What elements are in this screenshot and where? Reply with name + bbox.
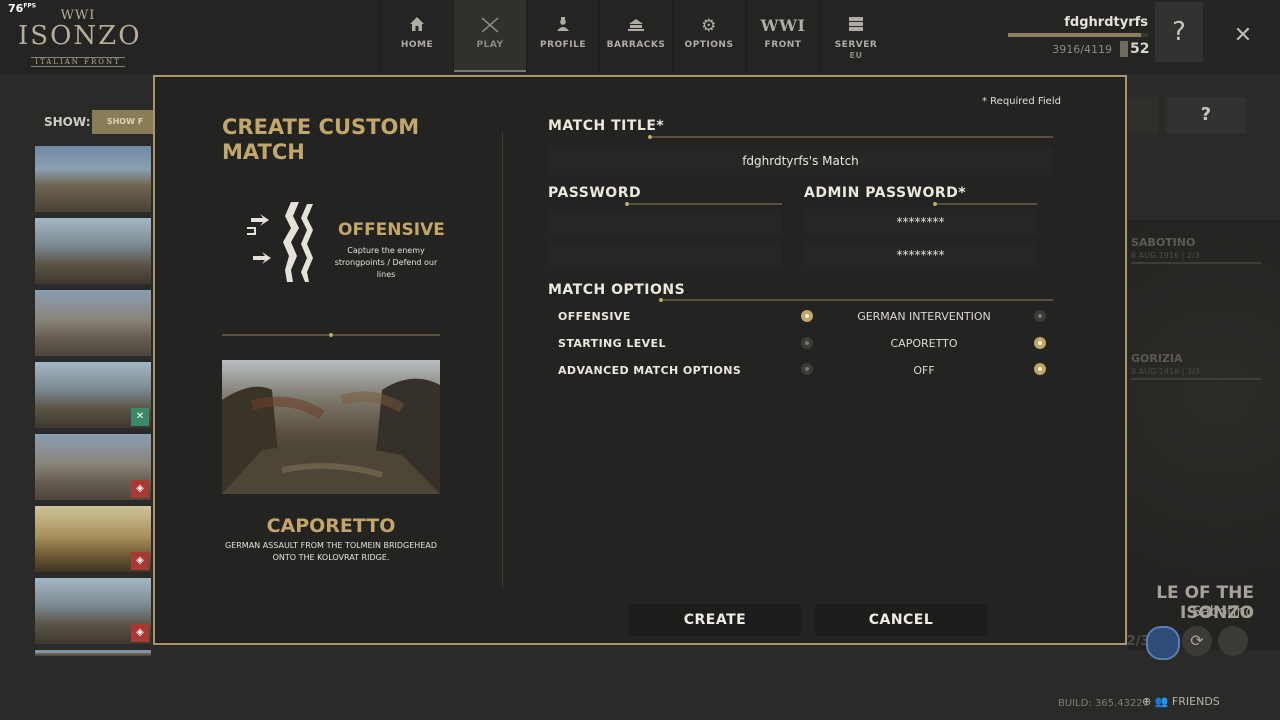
map-thumbnail[interactable]: ✕ (35, 362, 151, 428)
add-icon: ⊕ (1142, 695, 1152, 708)
section-line (648, 124, 1053, 139)
map-name: CAPORETTO (266, 515, 396, 537)
friends-button[interactable]: ⊕ 👥 FRIENDS (1142, 695, 1220, 708)
nav-barracks-label: BARRACKS (606, 40, 666, 50)
location-gorizia-date: 8 AUG 1916 | 3/3 (1131, 367, 1200, 376)
location-line (1131, 378, 1261, 380)
match-options-label: MATCH OPTIONS (548, 282, 686, 298)
option-mode-radio-offensive[interactable] (801, 310, 813, 322)
faction-emblem-icon[interactable] (1146, 626, 1180, 660)
xp-bar-fill (1008, 33, 1141, 37)
nav-home-label: HOME (400, 40, 434, 50)
cancel-button[interactable]: CANCEL (815, 604, 987, 636)
map-thumbnail[interactable] (35, 146, 151, 212)
logo-isonzo: ISONZO (18, 21, 142, 51)
show-label: SHOW: (44, 115, 91, 129)
mode-name: OFFENSIVE (338, 220, 445, 240)
option-label-advanced: ADVANCED MATCH OPTIONS (558, 364, 742, 377)
map-thumbnail[interactable]: ◈ (35, 578, 151, 644)
gear-icon: ⚙ (701, 16, 717, 36)
vertical-divider (502, 132, 503, 587)
section-line (659, 287, 1053, 302)
level-text: 52 (1130, 41, 1150, 57)
map-thumbnail[interactable] (35, 650, 151, 656)
map-thumbnail[interactable] (35, 218, 151, 284)
location-gorizia: GORIZIA (1131, 352, 1183, 365)
barracks-icon (600, 16, 672, 36)
username: fdghrdtyrfs (1064, 15, 1148, 30)
password-confirm-input[interactable] (548, 242, 782, 268)
mode-description: Capture the enemy strongpoints / Defend … (334, 246, 438, 279)
empty-slot-icon[interactable] (1218, 626, 1248, 656)
lock-badge-icon: ◈ (131, 624, 149, 642)
option-mode-radio-value[interactable] (1034, 310, 1046, 322)
nav-front-label: FRONT (764, 40, 802, 50)
help-button[interactable]: ? (1155, 2, 1203, 62)
section-line (625, 191, 782, 206)
option-label-starting-level: STARTING LEVEL (558, 337, 666, 350)
password-input[interactable] (548, 210, 782, 236)
xp-text: 3916/4119 (1052, 43, 1112, 56)
match-title-input[interactable]: fdghrdtyrfs's Match (548, 147, 1053, 175)
map-thumbnail[interactable]: ◈ (35, 434, 151, 500)
option-level-radio-left[interactable] (801, 337, 813, 349)
lock-badge-icon: ◈ (131, 480, 149, 498)
nav-barracks[interactable]: BARRACKS (599, 0, 672, 72)
admin-password-confirm-input[interactable]: ******** (804, 242, 1037, 268)
server-region: EU (849, 51, 863, 60)
nav-options[interactable]: ⚙ OPTIONS (672, 0, 745, 72)
map-thumbnail[interactable] (35, 290, 151, 356)
bg-help-button[interactable]: ? (1166, 97, 1246, 133)
person-icon (527, 16, 599, 36)
nav-home[interactable]: HOME (380, 0, 453, 72)
battle-subtitle: Sabotino (1192, 604, 1254, 620)
close-button[interactable]: ✕ (1225, 18, 1261, 54)
required-field-note: * Required Field (982, 96, 1061, 107)
nav-server-label: SERVER (834, 40, 878, 50)
home-icon (381, 16, 453, 36)
section-line (933, 191, 1037, 206)
crossed-swords-icon (454, 16, 526, 36)
xp-bar (1008, 33, 1148, 37)
admin-password-input[interactable]: ******** (804, 209, 1037, 235)
location-sabotino-date: 6 AUG 1916 | 2/3 (1131, 251, 1200, 260)
dialog-title: CREATE CUSTOM MATCH (222, 115, 420, 164)
level-badge (1120, 41, 1128, 57)
map-description: GERMAN ASSAULT FROM THE TOLMEIN BRIDGEHE… (224, 541, 437, 562)
option-value-advanced: OFF (913, 364, 935, 377)
map-thumbnail[interactable]: ◈ (35, 506, 151, 572)
ornament-divider (222, 322, 440, 337)
server-icon (820, 16, 892, 36)
option-level-radio-value[interactable] (1034, 337, 1046, 349)
option-value-mode: GERMAN INTERVENTION (857, 310, 991, 323)
close-badge-icon: ✕ (131, 408, 149, 426)
option-advanced-radio-left[interactable] (801, 363, 813, 375)
lock-badge-icon: ◈ (131, 552, 149, 570)
bg-panel (1128, 97, 1158, 133)
nav-profile[interactable]: PROFILE (526, 0, 599, 72)
nav-front[interactable]: WWI FRONT (746, 0, 819, 72)
create-button[interactable]: CREATE (629, 604, 801, 636)
people-icon: 👥 (1154, 695, 1169, 708)
nav-play[interactable]: PLAY (453, 0, 526, 72)
nav-profile-label: PROFILE (539, 40, 587, 50)
wwi-icon: WWI (760, 16, 806, 35)
build-version: BUILD: 365.43227 (1058, 698, 1150, 709)
show-filter-button[interactable]: SHOW F (92, 110, 158, 134)
option-value-starting-level: CAPORETTO (890, 337, 958, 350)
match-title-label: MATCH TITLE* (548, 118, 665, 134)
location-line (1131, 262, 1261, 264)
nav-options-label: OPTIONS (684, 40, 734, 50)
logo-italian-front: ITALIAN FRONT (31, 57, 125, 67)
map-preview-image (222, 360, 440, 494)
option-advanced-radio-value[interactable] (1034, 363, 1046, 375)
nav-server[interactable]: SERVER EU (819, 0, 892, 72)
nav-play-label: PLAY (476, 40, 504, 50)
option-label-mode: OFFENSIVE (558, 310, 631, 323)
friends-label: FRIENDS (1171, 695, 1220, 708)
offensive-mode-icon (245, 198, 317, 284)
game-logo: WWI ISONZO ITALIAN FRONT (18, 8, 142, 67)
location-sabotino: SABOTINO (1131, 236, 1196, 249)
refresh-icon[interactable]: ⟳ (1182, 626, 1212, 656)
